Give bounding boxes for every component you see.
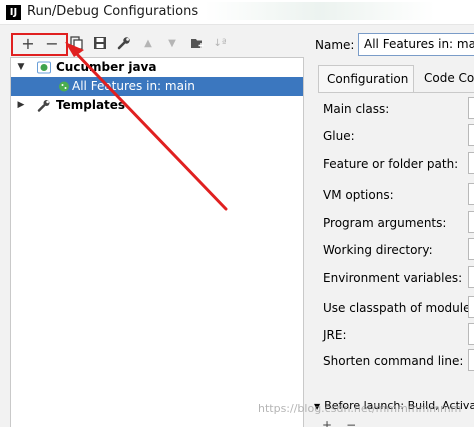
- collapsed-arrow-icon[interactable]: ▶: [15, 96, 27, 115]
- sort-button[interactable]: ↓ª: [211, 35, 229, 53]
- tab-configuration[interactable]: Configuration: [318, 65, 414, 93]
- arrow-down-icon: ▼: [168, 38, 176, 49]
- environment-variables-label: Environment variables:: [323, 271, 463, 285]
- plus-icon[interactable]: +: [322, 418, 332, 427]
- save-configuration-button[interactable]: [91, 35, 109, 53]
- shorten-command-line-select[interactable]: [468, 349, 474, 371]
- working-directory-field[interactable]: [468, 238, 474, 260]
- classpath-module-select[interactable]: [468, 296, 474, 318]
- feature-path-field[interactable]: [468, 152, 474, 174]
- edit-defaults-button[interactable]: [115, 35, 133, 53]
- cucumber-icon: [37, 61, 51, 74]
- tree-item-label: Templates: [56, 98, 126, 112]
- tree-item-cucumber-java[interactable]: ▼ Cucumber java: [11, 58, 303, 77]
- folder-add-icon: [190, 39, 203, 48]
- configurations-tree[interactable]: ▼ Cucumber java All Features in: main ▶ …: [10, 57, 304, 427]
- working-directory-label: Working directory:: [323, 243, 433, 257]
- vm-options-label: VM options:: [323, 188, 394, 202]
- environment-variables-field[interactable]: [468, 266, 474, 288]
- jre-select[interactable]: [468, 323, 474, 345]
- tree-item-label: Cucumber java: [56, 60, 157, 74]
- tab-code-coverage[interactable]: Code Cov: [416, 65, 474, 93]
- feature-path-label: Feature or folder path:: [323, 157, 459, 171]
- expanded-arrow-icon[interactable]: ▼: [15, 58, 27, 77]
- annotation-highlight-box: [11, 33, 68, 56]
- tree-item-all-features[interactable]: All Features in: main: [11, 77, 303, 96]
- sort-icon: ↓ª: [213, 38, 227, 49]
- tree-item-templates[interactable]: ▶ Templates: [11, 96, 303, 115]
- cucumber-config-icon: [59, 81, 69, 92]
- move-up-button[interactable]: ▲: [139, 35, 157, 53]
- before-launch-toolbar: + −: [322, 418, 370, 427]
- window-title: Run/Debug Configurations: [27, 4, 199, 19]
- classpath-module-label: Use classpath of module:: [323, 301, 474, 315]
- name-input[interactable]: All Features in: main: [358, 33, 474, 56]
- tree-item-label: All Features in: main: [72, 79, 195, 93]
- blurred-background-region: [205, 2, 435, 20]
- arrow-up-icon: ▲: [144, 38, 152, 49]
- main-class-field[interactable]: [468, 97, 474, 119]
- wrench-icon: [117, 37, 130, 50]
- jre-label: JRE:: [323, 328, 347, 342]
- configuration-panel: Name: All Features in: main Configuratio…: [310, 30, 474, 427]
- glue-label: Glue:: [323, 129, 355, 143]
- title-bar: IJ Run/Debug Configurations: [0, 0, 474, 25]
- copy-icon: [70, 36, 83, 50]
- save-icon: [94, 37, 106, 49]
- main-class-label: Main class:: [323, 102, 390, 116]
- program-arguments-field[interactable]: [468, 211, 474, 233]
- move-into-folder-button[interactable]: [188, 35, 206, 53]
- name-label: Name:: [315, 38, 355, 52]
- copy-configuration-button[interactable]: [68, 35, 86, 53]
- shorten-command-line-label: Shorten command line:: [323, 354, 464, 368]
- watermark: https://blog.csdn.net/mmmmmmmm: [258, 402, 462, 415]
- wrench-icon: [37, 100, 50, 112]
- intellij-app-icon: IJ: [6, 5, 21, 20]
- glue-field[interactable]: [468, 124, 474, 146]
- tab-divider: [318, 92, 474, 93]
- minus-icon[interactable]: −: [346, 418, 356, 427]
- move-down-button[interactable]: ▼: [163, 35, 181, 53]
- program-arguments-label: Program arguments:: [323, 216, 447, 230]
- vm-options-field[interactable]: [468, 183, 474, 205]
